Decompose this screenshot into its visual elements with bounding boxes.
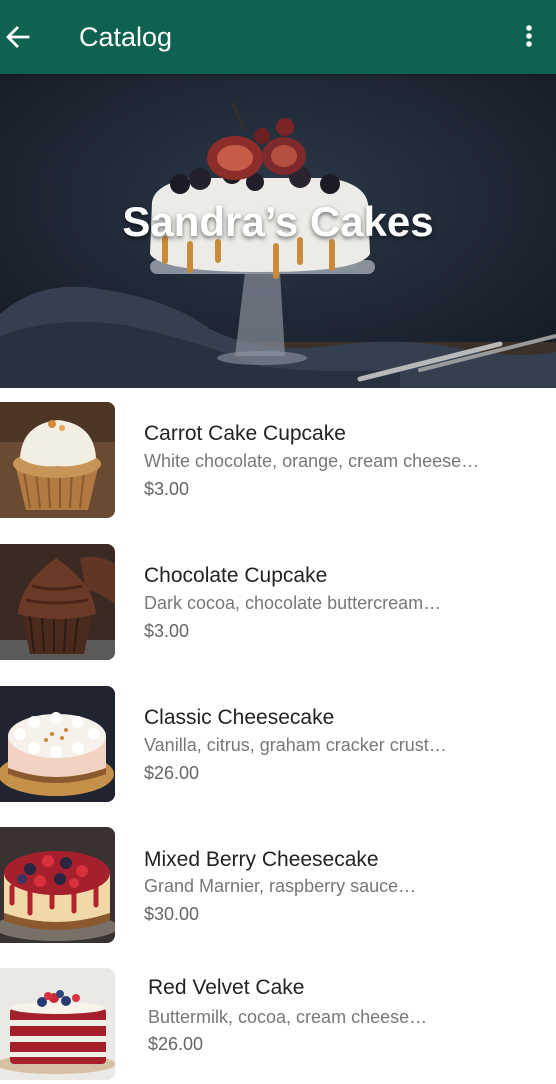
list-item[interactable]: Classic Cheesecake Vanilla, citrus, grah… — [0, 672, 556, 802]
product-name: Mixed Berry Cheesecake — [144, 848, 379, 871]
app-bar: Catalog — [0, 0, 556, 74]
list-item[interactable]: Chocolate Cupcake Dark cocoa, chocolate … — [0, 530, 556, 660]
product-price: $26.00 — [148, 1034, 204, 1054]
product-price: $30.00 — [144, 904, 200, 924]
product-description: Buttermilk, cocoa, cream cheese… — [148, 1007, 428, 1027]
more-vert-icon[interactable] — [516, 22, 542, 52]
product-description: White chocolate, orange, cream cheese… — [144, 451, 480, 471]
product-name: Carrot Cake Cupcake — [144, 422, 346, 445]
chocolate-cupcake-thumbnail — [0, 544, 115, 660]
red-velvet-cake-thumbnail — [0, 968, 115, 1080]
arrow-back-icon[interactable] — [4, 22, 30, 52]
list-item[interactable]: Mixed Berry Cheesecake Grand Marnier, ra… — [0, 813, 556, 943]
page-title: Catalog — [79, 22, 173, 52]
product-description: Vanilla, citrus, graham cracker crust… — [144, 735, 447, 755]
product-name: Classic Cheesecake — [144, 706, 335, 729]
hero-banner: Sandra’s Cakes — [0, 74, 556, 388]
carrot-cupcake-thumbnail — [0, 402, 115, 518]
product-description: Grand Marnier, raspberry sauce… — [144, 876, 417, 896]
list-item[interactable]: Carrot Cake Cupcake White chocolate, ora… — [0, 388, 556, 518]
product-price: $26.00 — [144, 763, 200, 783]
product-name: Chocolate Cupcake — [144, 564, 328, 587]
product-price: $3.00 — [144, 621, 190, 641]
berry-cheesecake-thumbnail — [0, 827, 115, 943]
list-item[interactable]: Red Velvet Cake Buttermilk, cocoa, cream… — [0, 954, 556, 1084]
product-description: Dark cocoa, chocolate buttercream… — [144, 593, 442, 613]
product-name: Red Velvet Cake — [148, 976, 305, 999]
product-price: $3.00 — [144, 479, 190, 499]
cheesecake-thumbnail — [0, 686, 115, 802]
hero-title: Sandra’s Cakes — [122, 198, 434, 245]
